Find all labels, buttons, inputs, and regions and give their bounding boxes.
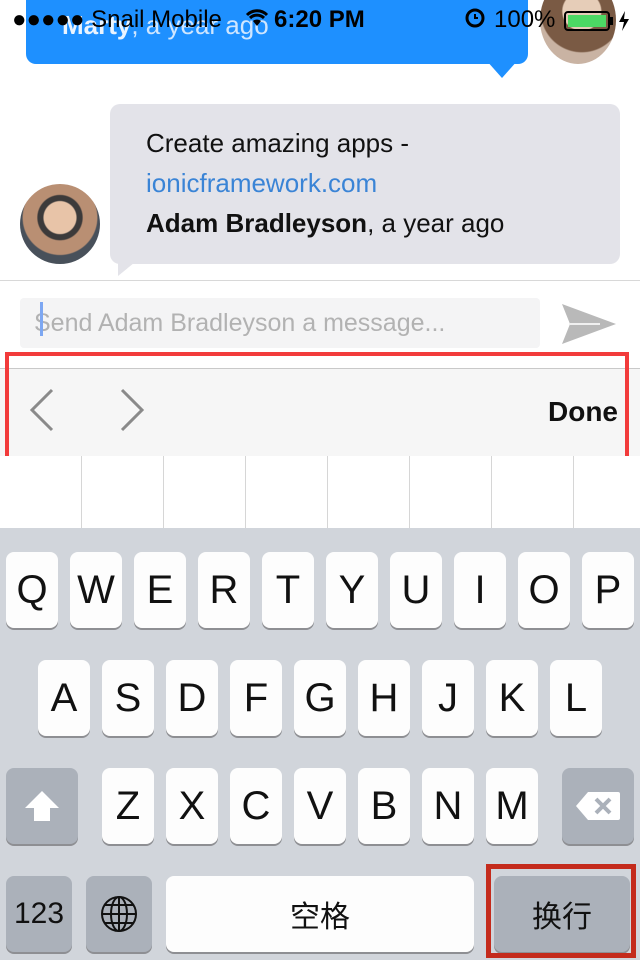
key-t[interactable]: T <box>262 552 314 628</box>
key-c[interactable]: C <box>230 768 282 844</box>
wifi-icon <box>244 6 270 35</box>
candidate-cell[interactable] <box>246 456 328 528</box>
candidate-strip <box>0 456 640 528</box>
text-cursor <box>40 302 43 336</box>
key-y[interactable]: Y <box>326 552 378 628</box>
alarm-icon <box>464 6 486 35</box>
key-v[interactable]: V <box>294 768 346 844</box>
space-key[interactable]: 空格 <box>166 876 474 952</box>
avatar-adam[interactable] <box>20 184 100 264</box>
key-x[interactable]: X <box>166 768 218 844</box>
message-text: Create amazing apps - <box>146 128 410 158</box>
return-key[interactable]: 换行 <box>494 876 630 952</box>
candidate-cell[interactable] <box>82 456 164 528</box>
message-author: Adam Bradleyson <box>146 208 368 238</box>
candidate-cell[interactable] <box>0 456 82 528</box>
key-h[interactable]: H <box>358 660 410 736</box>
keyboard: Q W E R T Y U I O P A S D F G H J K L Z … <box>0 528 640 960</box>
key-r[interactable]: R <box>198 552 250 628</box>
key-m[interactable]: M <box>486 768 538 844</box>
status-time: 6:20 PM <box>274 6 365 33</box>
backspace-key[interactable] <box>562 768 634 844</box>
battery-percent: 100% <box>494 6 556 33</box>
key-i[interactable]: I <box>454 552 506 628</box>
chevron-right-icon[interactable] <box>110 386 150 434</box>
globe-key[interactable] <box>86 876 152 952</box>
candidate-cell[interactable] <box>410 456 492 528</box>
key-z[interactable]: Z <box>102 768 154 844</box>
key-u[interactable]: U <box>390 552 442 628</box>
battery-icon <box>564 10 614 38</box>
key-j[interactable]: J <box>422 660 474 736</box>
key-l[interactable]: L <box>550 660 602 736</box>
key-o[interactable]: O <box>518 552 570 628</box>
key-p[interactable]: P <box>582 552 634 628</box>
key-f[interactable]: F <box>230 660 282 736</box>
message-link[interactable]: ionicframework.com <box>146 168 377 199</box>
message-meta-adam: Adam Bradleyson, a year ago <box>146 208 504 239</box>
key-w[interactable]: W <box>70 552 122 628</box>
carrier-label: ●●●●● Snail Mobile <box>12 6 222 33</box>
bubble-tail <box>486 60 518 78</box>
charging-icon <box>618 10 630 38</box>
send-icon[interactable] <box>560 300 618 348</box>
candidate-cell[interactable] <box>492 456 574 528</box>
key-b[interactable]: B <box>358 768 410 844</box>
key-s[interactable]: S <box>102 660 154 736</box>
status-bar: ●●●●● Snail Mobile 6:20 PM 100% <box>0 0 640 40</box>
key-k[interactable]: K <box>486 660 538 736</box>
backspace-icon <box>576 792 620 820</box>
shift-icon <box>25 791 59 821</box>
chevron-left-icon[interactable] <box>24 386 64 434</box>
globe-icon <box>101 896 137 932</box>
message-time: , a year ago <box>367 208 505 238</box>
bubble-tail <box>118 258 140 276</box>
keyboard-accessory-bar <box>0 368 640 458</box>
message-input[interactable] <box>20 298 540 348</box>
key-a[interactable]: A <box>38 660 90 736</box>
key-q[interactable]: Q <box>6 552 58 628</box>
key-g[interactable]: G <box>294 660 346 736</box>
key-n[interactable]: N <box>422 768 474 844</box>
key-d[interactable]: D <box>166 660 218 736</box>
shift-key[interactable] <box>6 768 78 844</box>
candidate-cell[interactable] <box>164 456 246 528</box>
numbers-key[interactable]: 123 <box>6 876 72 952</box>
done-button[interactable]: Done <box>548 396 618 428</box>
key-e[interactable]: E <box>134 552 186 628</box>
candidate-cell[interactable] <box>328 456 410 528</box>
